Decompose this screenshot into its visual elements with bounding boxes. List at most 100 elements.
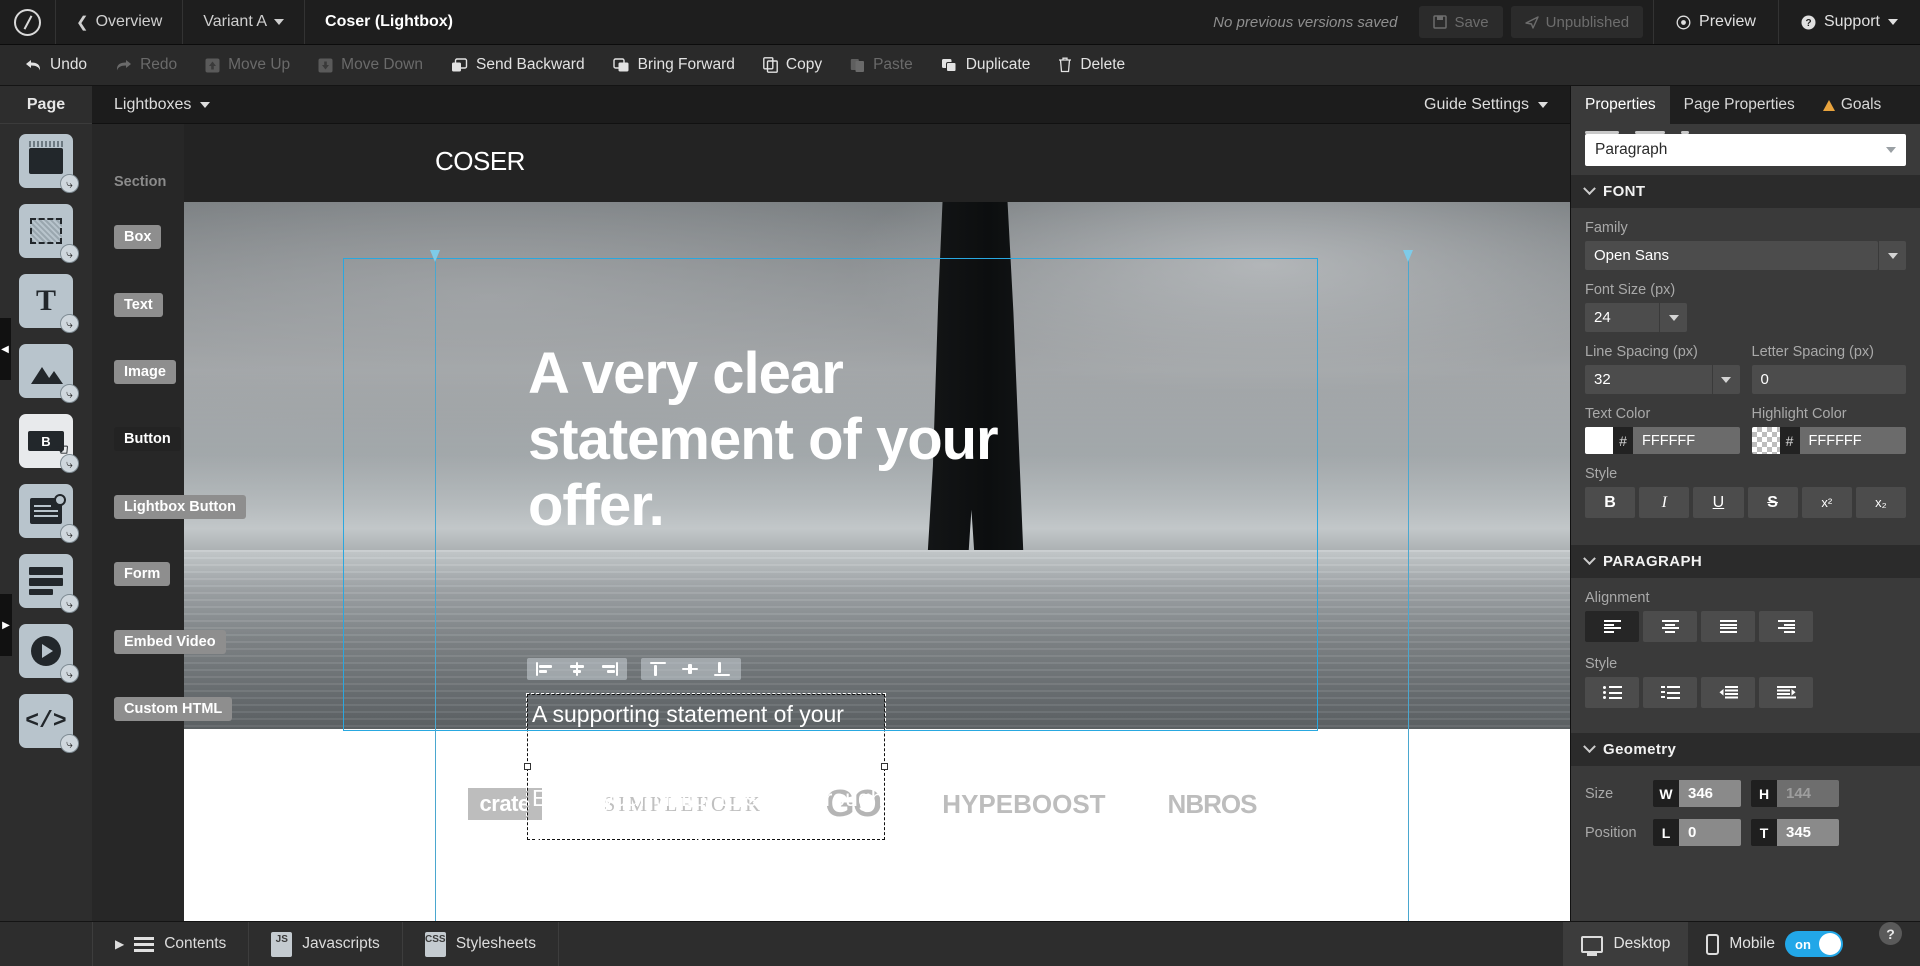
undo-button[interactable]: Undo: [12, 51, 100, 79]
top-field[interactable]: T 345: [1751, 819, 1839, 846]
rail-collapse-handle[interactable]: ▶: [0, 594, 12, 656]
vertical-guide-right[interactable]: [1408, 254, 1409, 921]
element-type-select[interactable]: Paragraph: [1585, 134, 1906, 166]
rail-item-image[interactable]: ⤷: [19, 344, 73, 398]
align-bottom-icon[interactable]: [714, 662, 732, 676]
tab-properties[interactable]: Properties: [1571, 86, 1670, 124]
paragraph-text[interactable]: A supporting statement of your value pro…: [528, 695, 884, 848]
panel-collapse-handle[interactable]: ◀: [0, 318, 11, 380]
align-middle-icon[interactable]: [682, 662, 700, 676]
canvas-label-box[interactable]: Box: [114, 225, 161, 249]
stylesheets-button[interactable]: CSS Stylesheets: [403, 922, 559, 966]
highlight-color-swatch[interactable]: [1752, 427, 1780, 454]
canvas-label-section[interactable]: Section: [114, 170, 176, 194]
delete-button[interactable]: Delete: [1045, 51, 1138, 79]
page-render[interactable]: COSER crate SIMPLEFOLK GO HYPEBOOST NBRO…: [184, 124, 1570, 921]
preview-button[interactable]: Preview: [1653, 0, 1778, 44]
bold-button[interactable]: B: [1585, 487, 1635, 518]
superscript-button[interactable]: x²: [1802, 487, 1852, 518]
font-family-select[interactable]: Open Sans: [1585, 241, 1906, 270]
duplicate-button[interactable]: Duplicate: [928, 51, 1044, 79]
canvas-label-button[interactable]: Button: [114, 427, 181, 451]
left-value[interactable]: 0: [1679, 819, 1741, 846]
canvas-label-custom-html[interactable]: Custom HTML: [114, 697, 232, 721]
text-color-value[interactable]: FFFFFF: [1633, 427, 1740, 454]
height-field[interactable]: H 144: [1751, 780, 1839, 807]
italic-button[interactable]: I: [1639, 487, 1689, 518]
resize-handle-left[interactable]: [524, 763, 531, 770]
align-right-button[interactable]: [1759, 611, 1813, 642]
canvas-label-image[interactable]: Image: [114, 360, 176, 384]
move-up-button[interactable]: Move Up: [192, 51, 303, 79]
font-family-dropdown-button[interactable]: [1878, 241, 1906, 270]
highlight-color-field[interactable]: # FFFFFF: [1752, 427, 1907, 454]
paste-button[interactable]: Paste: [837, 51, 926, 79]
rail-item-button[interactable]: B☜ ⤷: [19, 414, 73, 468]
line-spacing-dropdown-button[interactable]: [1712, 365, 1740, 394]
rail-item-text[interactable]: T ⤷: [19, 274, 73, 328]
font-size-dropdown-button[interactable]: [1659, 303, 1687, 332]
paragraph-section-header[interactable]: PARAGRAPH: [1571, 545, 1920, 578]
rail-item-embed-video[interactable]: ⤷: [19, 624, 73, 678]
align-justify-button[interactable]: [1701, 611, 1755, 642]
canvas-label-lightbox-button[interactable]: Lightbox Button: [114, 495, 246, 519]
left-field[interactable]: L 0: [1653, 819, 1741, 846]
top-value[interactable]: 345: [1777, 819, 1839, 846]
paragraph-element-selected[interactable]: A supporting statement of your value pro…: [527, 694, 885, 840]
align-top-icon[interactable]: [650, 662, 668, 676]
overview-back-link[interactable]: ❮ Overview: [56, 0, 183, 44]
help-button[interactable]: ?: [1879, 922, 1902, 945]
bring-forward-button[interactable]: Bring Forward: [600, 51, 748, 79]
width-field[interactable]: W 346: [1653, 780, 1741, 807]
font-section-header[interactable]: FONT: [1571, 175, 1920, 208]
properties-body[interactable]: Paragraph FONT Family Open Sans Font Siz…: [1571, 124, 1920, 921]
bullet-list-button[interactable]: [1585, 677, 1639, 708]
page-header-section[interactable]: [184, 124, 1570, 202]
rail-item-lightbox-button[interactable]: ⤷: [19, 484, 73, 538]
letter-spacing-field[interactable]: 0: [1752, 365, 1907, 394]
indent-button[interactable]: [1759, 677, 1813, 708]
width-value[interactable]: 346: [1679, 780, 1741, 807]
save-button[interactable]: Save: [1419, 6, 1502, 38]
line-spacing-select[interactable]: 32: [1585, 365, 1740, 394]
contents-button[interactable]: ▶ Contents: [92, 922, 249, 966]
tab-page-properties[interactable]: Page Properties: [1670, 86, 1809, 124]
align-left-button[interactable]: [1585, 611, 1639, 642]
canvas-label-text[interactable]: Text: [114, 293, 163, 317]
highlight-color-value[interactable]: FFFFFF: [1800, 427, 1907, 454]
guide-settings-dropdown[interactable]: Guide Settings: [1424, 96, 1548, 114]
redo-button[interactable]: Redo: [102, 51, 190, 79]
subscript-button[interactable]: x₂: [1856, 487, 1906, 518]
lightboxes-dropdown[interactable]: Lightboxes: [114, 96, 210, 114]
geometry-section-header[interactable]: Geometry: [1571, 733, 1920, 766]
move-down-button[interactable]: Move Down: [305, 51, 436, 79]
tab-goals[interactable]: Goals: [1809, 86, 1896, 124]
text-color-swatch[interactable]: [1585, 427, 1613, 454]
canvas-label-form[interactable]: Form: [114, 562, 170, 586]
strikethrough-button[interactable]: S: [1748, 487, 1798, 518]
support-menu[interactable]: ? Support: [1778, 0, 1920, 44]
height-value[interactable]: 144: [1777, 780, 1839, 807]
align-center-horizontal-icon[interactable]: [568, 662, 586, 676]
numbered-list-button[interactable]: [1643, 677, 1697, 708]
publish-button[interactable]: Unpublished: [1511, 6, 1643, 38]
javascripts-button[interactable]: JS Javascripts: [249, 922, 403, 966]
align-right-icon[interactable]: [600, 662, 618, 676]
align-center-button[interactable]: [1643, 611, 1697, 642]
rail-item-box[interactable]: ⤷: [19, 204, 73, 258]
mobile-toggle[interactable]: on: [1785, 931, 1843, 957]
canvas-viewport[interactable]: COSER crate SIMPLEFOLK GO HYPEBOOST NBRO…: [92, 124, 1570, 921]
resize-handle-right[interactable]: [881, 763, 888, 770]
underline-button[interactable]: U: [1693, 487, 1743, 518]
variant-selector[interactable]: Variant A: [183, 0, 305, 44]
canvas-label-embed-video[interactable]: Embed Video: [114, 630, 226, 654]
desktop-view-button[interactable]: Desktop: [1563, 922, 1688, 966]
vertical-guide-left[interactable]: [435, 254, 436, 921]
send-backward-button[interactable]: Send Backward: [438, 51, 598, 79]
outdent-button[interactable]: [1701, 677, 1755, 708]
align-left-icon[interactable]: [536, 662, 554, 676]
rail-item-custom-html[interactable]: </> ⤷: [19, 694, 73, 748]
text-color-field[interactable]: # FFFFFF: [1585, 427, 1740, 454]
mobile-view-button[interactable]: Mobile on: [1688, 922, 1861, 966]
app-logo[interactable]: [0, 0, 56, 44]
